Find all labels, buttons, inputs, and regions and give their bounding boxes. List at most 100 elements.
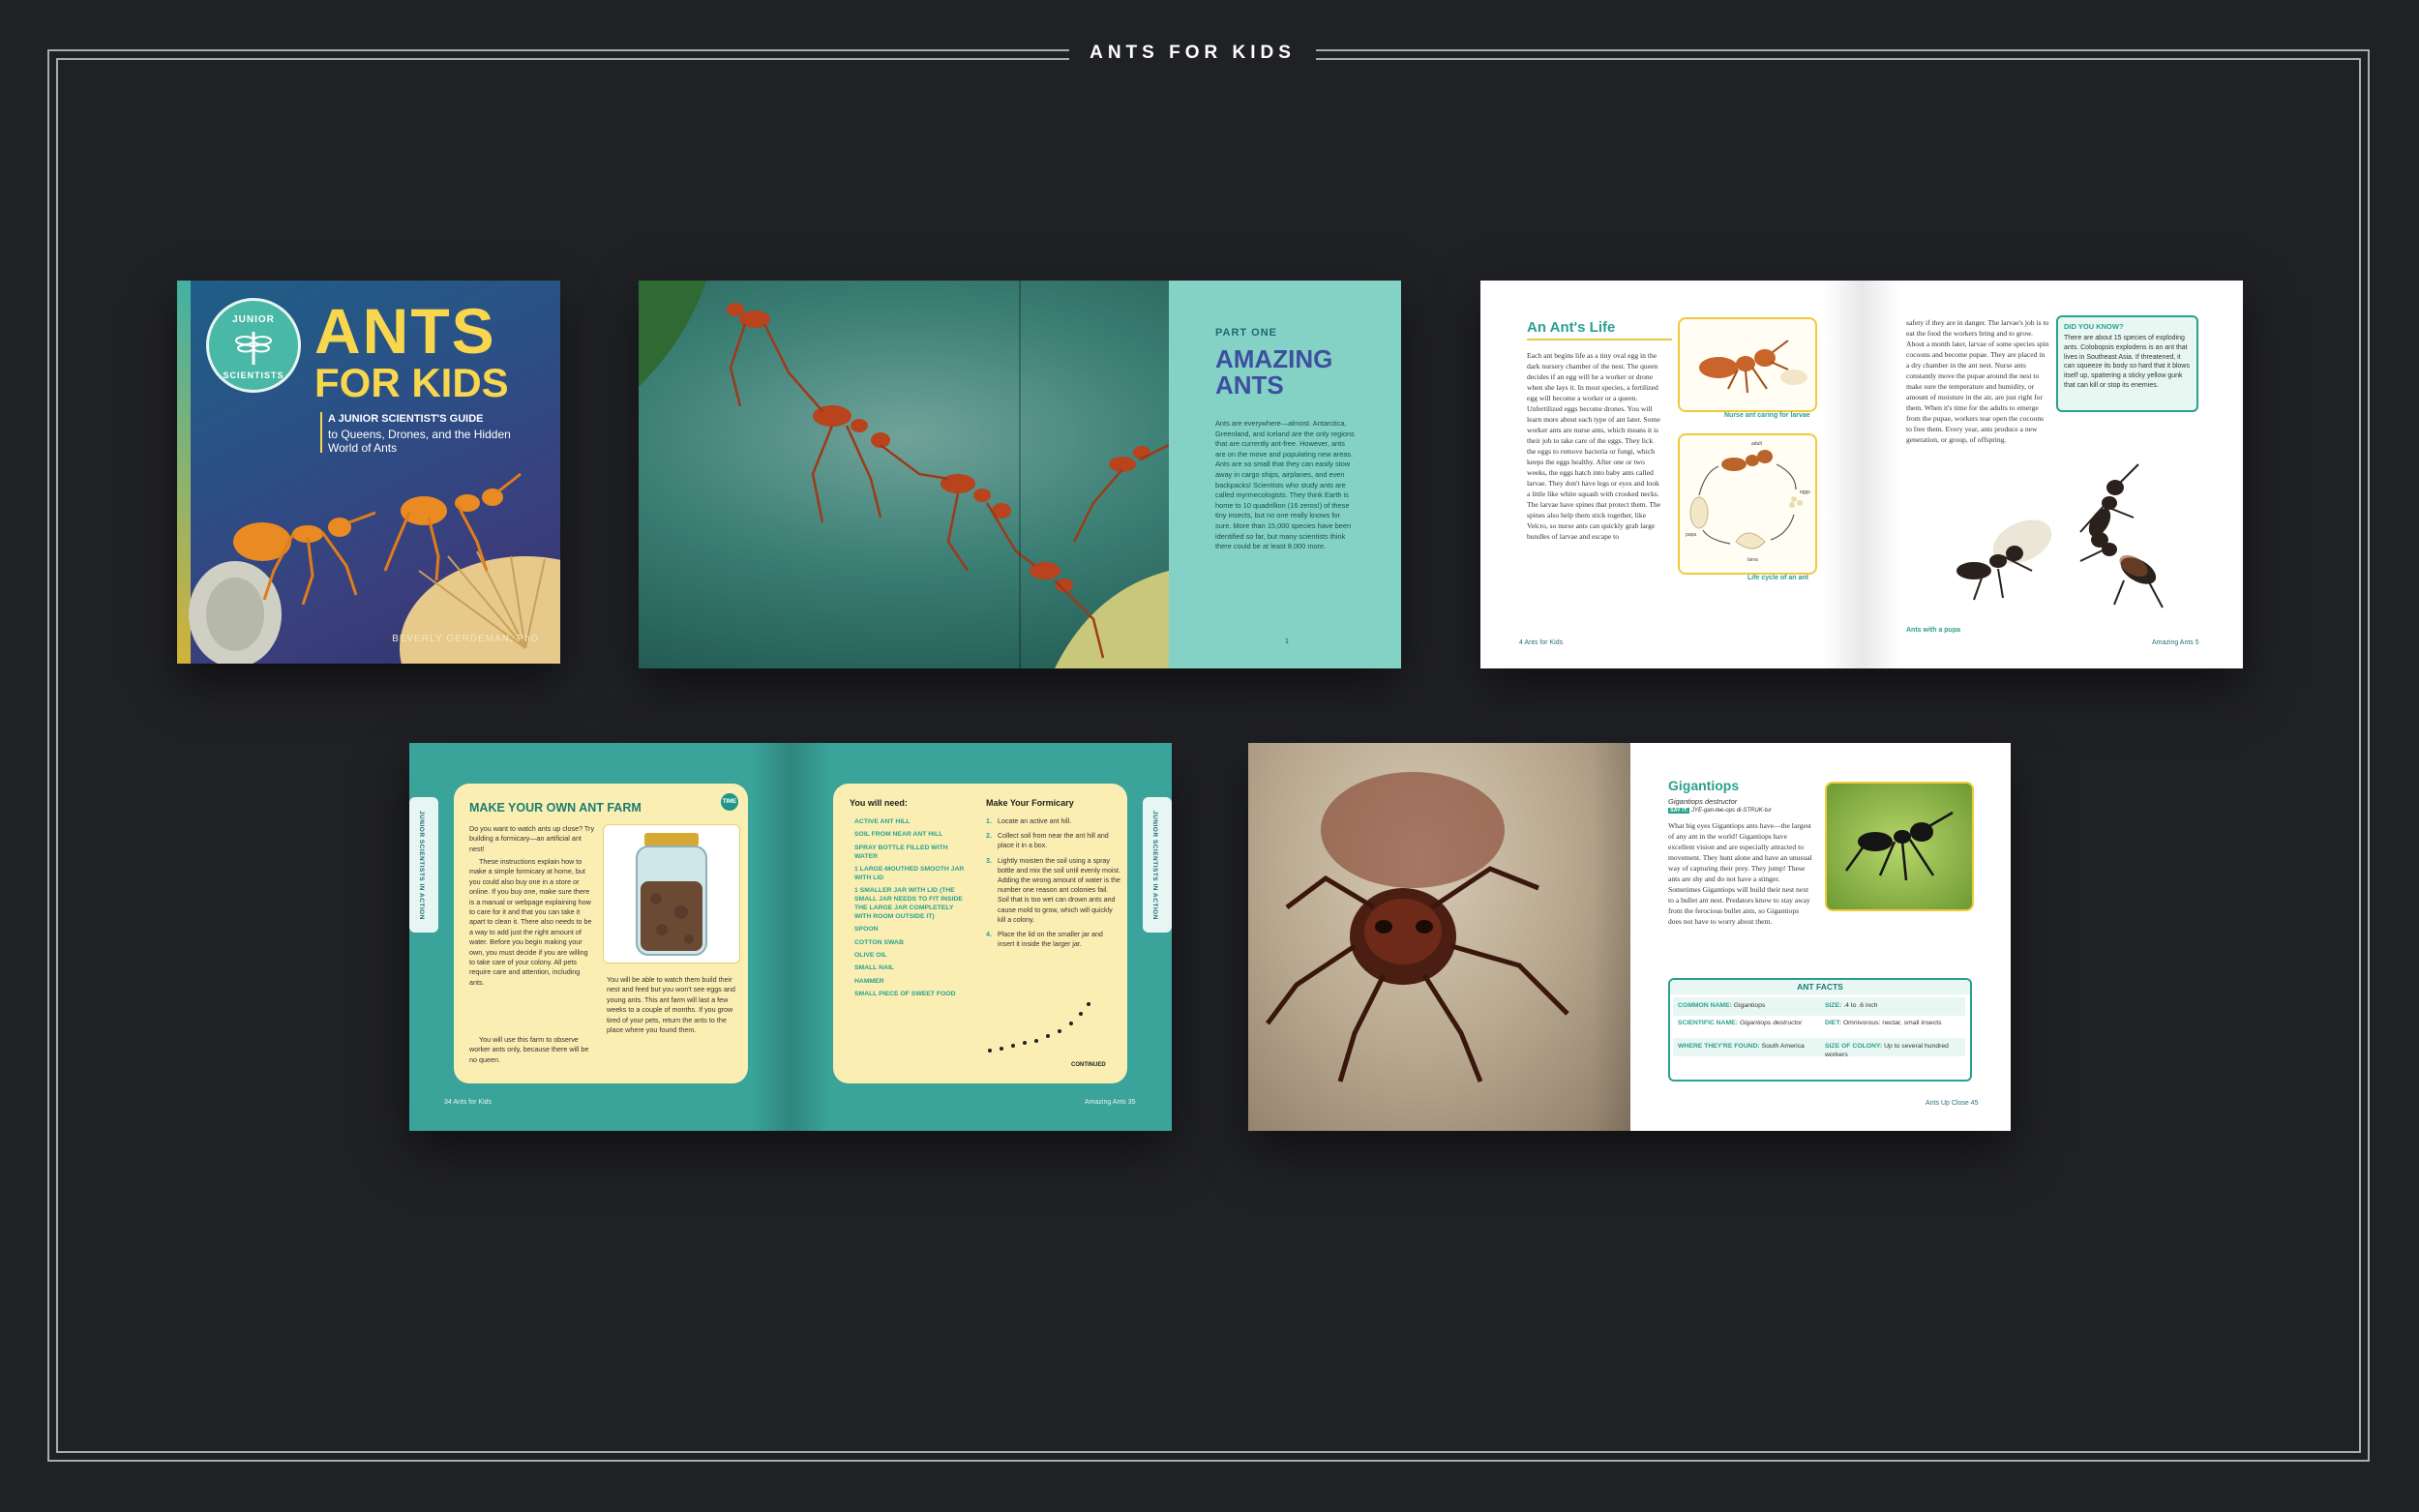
steps-list: 1. Locate an active ant hill. 2. Collect so… [986, 816, 1121, 954]
jar-illustration-box [603, 824, 740, 964]
steps-title: Make Your Formicary [986, 798, 1074, 808]
continued-label: CONTINUED [1071, 1062, 1106, 1068]
side-tab-left-label: JUNIOR SCIENTISTS IN ACTION [418, 811, 425, 920]
spread-ant-farm[interactable]: JUNIOR SCIENTISTS IN ACTION JUNIOR SCIEN… [409, 743, 1172, 1131]
part-label: PART ONE [1215, 327, 1278, 339]
need-item: SMALL NAIL [854, 964, 895, 972]
jar-illustration [636, 833, 707, 956]
nurse-ant-drawing [1699, 340, 1807, 394]
marching-ants-illustration [988, 1002, 1090, 1052]
caption-life-cycle: Life cycle of an ant [1747, 575, 1809, 581]
farm-intro-3: You will use this farm to observe worker… [469, 1035, 589, 1064]
life-title-rule [1527, 339, 1672, 341]
spread-ants-life[interactable]: An Ant's Life Each ant begins life as a … [1480, 281, 2243, 668]
farm-intro-2: These instructions explain how to make a… [469, 857, 592, 987]
fact-label: SIZE OF COLONY: [1825, 1043, 1883, 1050]
ant-facts-title: ANT FACTS [1670, 980, 1970, 994]
gigantiops-ant-closeup [1266, 772, 1569, 1082]
fact-value: Omnivorous: nectar, small insects [1842, 1020, 1942, 1026]
ant-bridge-photo [639, 281, 1169, 668]
fact-scientific-name: SCIENTIFIC NAME: Gigantiops destructor [1678, 1019, 1818, 1027]
caption-ants-with-pupa: Ants with a pupa [1906, 627, 1960, 634]
side-tab-right: JUNIOR SCIENTISTS IN ACTION [1143, 797, 1172, 933]
step-text: Place the lid on the smaller jar and ins… [998, 931, 1103, 949]
footer-right: Ants Up Close 45 [1926, 1100, 1979, 1107]
cover-title-ants: ANTS [314, 295, 496, 367]
did-you-know-title: DID YOU KNOW? [2064, 322, 2124, 331]
amazing-title: AMAZING ANTS [1215, 344, 1333, 400]
gigantiops-inset-photo [1825, 782, 1974, 911]
gigantiops-title: Gigantiops [1668, 778, 1740, 793]
need-item: 1 SMALLER JAR WITH LID (THE SMALL JAR NE… [854, 887, 963, 921]
cover-title-for-kids: FOR KIDS [314, 360, 509, 405]
caption-nurse-ant: Nurse ant caring for larvae [1724, 412, 1810, 419]
spread-gutter-left [752, 743, 791, 1131]
step-item: 1. Locate an active ant hill. [986, 816, 1121, 826]
spread-gutter-right [1862, 281, 1900, 668]
fact-label: SCIENTIFIC NAME: [1678, 1020, 1738, 1026]
need-item: SPRAY BOTTLE FILLED WITH WATER [854, 844, 948, 860]
dragonfly-icon [235, 332, 272, 365]
fact-value: South America [1761, 1043, 1805, 1050]
badge-top-label: JUNIOR [232, 314, 275, 325]
step-number: 3. [986, 856, 992, 865]
fact-where-found: WHERE THEY'RE FOUND: South America [1678, 1042, 1818, 1051]
need-item: SOIL FROM NEAR ANT HILL [854, 831, 943, 839]
step-number: 4. [986, 931, 992, 939]
svg-text:pupa: pupa [1686, 532, 1696, 538]
spread-gigantiops[interactable]: Gigantiops Gigantiops destructor SAY IT:… [1248, 743, 2011, 1131]
ant-facts-box: ANT FACTS COMMON NAME: Gigantiops SIZE: … [1668, 978, 1972, 1082]
nurse-ant-illustration [1678, 317, 1817, 412]
side-tab-right-label: JUNIOR SCIENTISTS IN ACTION [1151, 811, 1158, 920]
svg-text:larva: larva [1747, 557, 1758, 563]
footer-left: 4 Ants for Kids [1519, 639, 1564, 646]
spread-gutter-right [791, 743, 829, 1131]
need-title: You will need: [850, 798, 908, 808]
life-cycle-illustration: adult eggs larva pupa [1678, 433, 1817, 575]
fact-label: WHERE THEY'RE FOUND: [1678, 1043, 1760, 1050]
junior-scientists-badge: JUNIOR SCIENTISTS [206, 298, 301, 393]
need-item: 1 LARGE-MOUTHED SMOOTH JAR WITH LID [854, 865, 965, 881]
book-cover[interactable]: JUNIOR SCIENTISTS ANTS FOR KIDS A JUNIOR… [177, 281, 560, 664]
page-number: 1 [1285, 638, 1289, 645]
step-text: Lightly moisten the soil using a spray b… [998, 856, 1120, 924]
timer-icon: TIME [721, 793, 738, 811]
cover-subtitle: to Queens, Drones, and the Hidden World … [328, 428, 511, 455]
step-item: 3. Lightly moisten the soil using a spray… [986, 856, 1121, 925]
spread-gutter-left [1823, 281, 1862, 668]
fact-label: COMMON NAME: [1678, 1002, 1732, 1009]
say-it-label: SAY IT: [1668, 808, 1690, 814]
footer-right: Amazing Ants 5 [2152, 639, 2199, 646]
step-item: 2. Collect soil from near the ant hill an… [986, 831, 1121, 850]
farm-intro-1: Do you want to watch ants up close? Try … [469, 824, 595, 853]
step-text: Collect soil from near the ant hill and … [998, 832, 1109, 850]
need-item: SPOON [854, 926, 879, 934]
did-you-know-box: DID YOU KNOW? There are about 15 species… [2056, 315, 2198, 412]
svg-text:eggs: eggs [1800, 489, 1810, 495]
cover-author: BEVERLY GERDEMAN, PhD [392, 634, 539, 644]
need-item: SMALL PIECE OF SWEET FOOD [854, 990, 956, 997]
fact-value: Gigantiops [1733, 1002, 1766, 1009]
amazing-body: Ants are everywhere—almost. Antarctica, … [1215, 419, 1355, 551]
fact-size: SIZE: .4 to .6 inch [1825, 1001, 1960, 1010]
need-item: COTTON SWAB [854, 938, 904, 946]
fact-common-name: COMMON NAME: Gigantiops [1678, 1001, 1818, 1010]
did-you-know-text: There are about 15 species of exploding … [2064, 335, 2190, 389]
fact-label: SIZE: [1825, 1002, 1842, 1009]
footer-right: Amazing Ants 35 [1085, 1099, 1136, 1106]
cover-subtitle-bold: A JUNIOR SCIENTIST'S GUIDE [328, 413, 484, 425]
page-title: ANTS FOR KIDS [1090, 43, 1296, 63]
gigantiops-scientific-name: Gigantiops destructor [1668, 797, 1738, 806]
fact-value: .4 to .6 inch [1843, 1002, 1878, 1009]
need-item: OLIVE OIL [854, 952, 887, 960]
step-item: 4. Place the lid on the smaller jar and i… [986, 930, 1121, 949]
fact-value: Gigantiops destructor [1739, 1020, 1803, 1026]
say-it-text: JYE-gan-tee-ops di-STRUK-tur [1691, 808, 1772, 814]
fact-colony-size: SIZE OF COLONY: Up to several hundred wo… [1825, 1042, 1960, 1059]
life-title: An Ant's Life [1527, 319, 1616, 336]
need-item: ACTIVE ANT HILL [854, 818, 911, 825]
badge-bottom-label: SCIENTISTS [223, 371, 284, 380]
footer-left: 34 Ants for Kids [444, 1099, 493, 1106]
farm-title: MAKE YOUR OWN ANT FARM [469, 801, 642, 815]
spread-amazing-ants[interactable]: PART ONE AMAZING ANTS Ants are everywher… [639, 281, 1401, 668]
